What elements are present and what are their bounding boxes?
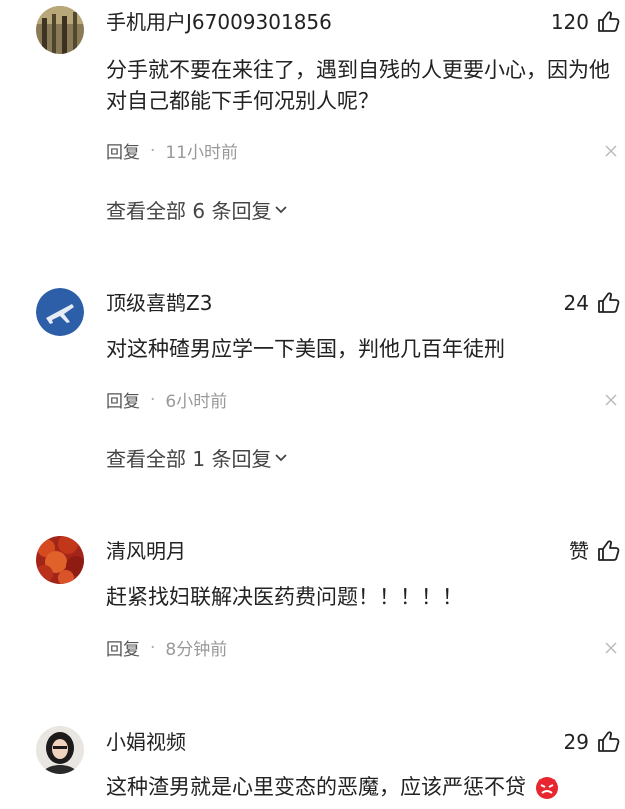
comment-text: 赶紧找妇联解决医药费问题！！！！！ <box>106 585 463 609</box>
like-button[interactable]: 赞 <box>569 536 621 566</box>
timestamp: 11小时前 <box>165 143 239 163</box>
avatar[interactable] <box>36 288 84 336</box>
comment-meta: 回复 · 6小时前 <box>106 387 228 413</box>
reply-button[interactable]: 回复 <box>106 387 140 412</box>
like-count: 29 <box>563 730 589 754</box>
chevron-down-icon <box>273 446 289 470</box>
avatar[interactable] <box>36 536 84 584</box>
like-button[interactable]: 120 <box>551 7 621 37</box>
close-icon[interactable] <box>603 392 619 408</box>
comment-text: 这种渣男就是心里变态的恶魔，应该严惩不贷 <box>106 775 526 799</box>
username[interactable]: 清风明月 <box>106 538 186 564</box>
username[interactable]: 手机用户J67009301856 <box>106 9 332 35</box>
like-button[interactable]: 24 <box>564 288 621 318</box>
like-count: 赞 <box>569 539 589 563</box>
view-all-replies-label: 查看全部 1 条回复 <box>106 447 272 471</box>
comment-meta: 回复 · 11小时前 <box>106 138 239 164</box>
comment-text-row: 这种渣男就是心里变态的恶魔，应该严惩不贷 <box>106 772 616 803</box>
comment-text: 分手就不要在来往了，遇到自残的人更要小心，因为他对自己都能下手何况别人呢？ <box>106 58 610 113</box>
view-all-replies-label: 查看全部 6 条回复 <box>106 199 272 223</box>
meta-separator: · <box>150 140 156 161</box>
thumbs-up-icon <box>595 538 621 564</box>
avatar[interactable] <box>36 726 84 774</box>
close-icon[interactable] <box>603 143 619 159</box>
view-all-replies-button[interactable]: 查看全部 1 条回复 <box>106 443 289 472</box>
reply-button[interactable]: 回复 <box>106 635 140 660</box>
username[interactable]: 顶级喜鹊Z3 <box>106 290 212 316</box>
thumbs-up-icon <box>595 9 621 35</box>
avatar[interactable] <box>36 6 84 54</box>
comment-text: 对这种碴男应学一下美国，判他几百年徒刑 <box>106 337 505 361</box>
thumbs-up-icon <box>595 290 621 316</box>
like-count: 24 <box>563 291 589 315</box>
like-button[interactable]: 29 <box>564 727 621 757</box>
timestamp: 6小时前 <box>165 392 228 412</box>
meta-separator: · <box>150 389 156 410</box>
username[interactable]: 小娟视频 <box>106 729 186 755</box>
timestamp: 8分钟前 <box>165 640 228 660</box>
comment-meta: 回复 · 8分钟前 <box>106 635 228 661</box>
meta-separator: · <box>150 637 156 658</box>
like-count: 120 <box>550 10 589 34</box>
reply-button[interactable]: 回复 <box>106 138 140 163</box>
angry-face-emoji <box>533 774 561 800</box>
close-icon[interactable] <box>603 640 619 656</box>
view-all-replies-button[interactable]: 查看全部 6 条回复 <box>106 195 289 224</box>
thumbs-up-icon <box>595 729 621 755</box>
chevron-down-icon <box>273 198 289 222</box>
